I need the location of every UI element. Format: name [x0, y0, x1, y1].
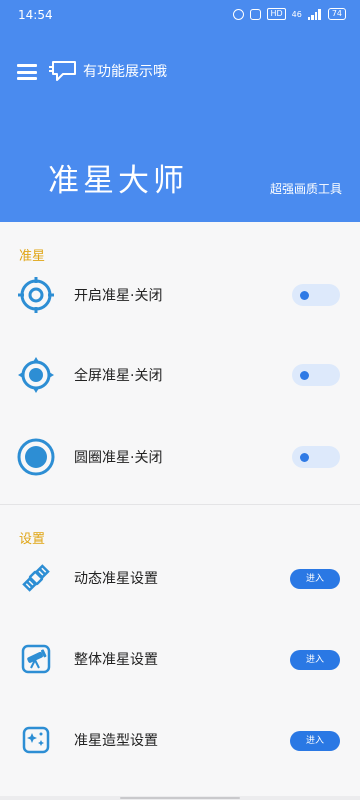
row-fullscreen-crosshair[interactable]: 全屏准星·关闭 — [0, 345, 360, 405]
toggle-knob — [300, 371, 309, 380]
page-title: 准星大师 — [48, 163, 188, 199]
row-dynamic-settings[interactable]: 动态准星设置 进入 — [0, 548, 360, 608]
row-shape-settings[interactable]: 准星造型设置 进入 — [0, 710, 360, 770]
telescope-icon — [21, 644, 51, 674]
brand-text: 有功能展示哦 — [83, 64, 167, 80]
row-overall-settings[interactable]: 整体准星设置 进入 — [0, 629, 360, 689]
toggle-knob — [300, 291, 309, 300]
enter-button-shape[interactable]: 进入 — [290, 731, 340, 751]
menu-button[interactable] — [17, 64, 37, 80]
home-indicator — [0, 796, 360, 800]
page-subtitle: 超强画质工具 — [269, 182, 342, 196]
signal-label: 46 — [291, 9, 302, 19]
sparkle-box-icon — [22, 726, 50, 754]
toggle-fullscreen-crosshair[interactable] — [292, 364, 340, 386]
mute-icon — [250, 8, 262, 20]
alarm-icon — [233, 8, 245, 20]
section-divider — [0, 504, 360, 505]
header: 14:54 HD 46 74 有功能展示哦 准星大师 超强画质工具 — [0, 0, 360, 222]
satellite-icon — [22, 564, 50, 592]
battery-icon: 74 — [327, 8, 346, 20]
hd-icon: HD — [267, 8, 286, 20]
speech-bubble-icon — [49, 61, 76, 81]
enter-button-dynamic[interactable]: 进入 — [290, 569, 340, 589]
row-label: 圆圈准星·关闭 — [74, 450, 163, 466]
row-label: 全屏准星·关闭 — [74, 368, 163, 384]
status-icons: HD 46 74 — [233, 8, 346, 20]
signal-icon — [307, 8, 322, 20]
row-circle-crosshair[interactable]: 圆圈准星·关闭 — [0, 427, 360, 487]
crosshair-circle-icon — [17, 438, 55, 476]
row-label: 动态准星设置 — [74, 571, 158, 587]
row-open-crosshair[interactable]: 开启准星·关闭 — [0, 265, 360, 325]
row-label: 开启准星·关闭 — [74, 288, 163, 304]
row-label: 整体准星设置 — [74, 652, 158, 668]
row-label: 准星造型设置 — [74, 733, 158, 749]
status-bar: 14:54 HD 46 74 — [0, 0, 360, 30]
section-label-settings: 设置 — [19, 532, 46, 547]
status-time: 14:54 — [18, 8, 53, 22]
enter-button-overall[interactable]: 进入 — [290, 650, 340, 670]
section-label-crosshair: 准星 — [19, 249, 46, 264]
crosshair-fullscreen-icon — [18, 357, 54, 393]
toggle-circle-crosshair[interactable] — [292, 446, 340, 468]
toggle-open-crosshair[interactable] — [292, 284, 340, 306]
toggle-knob — [300, 453, 309, 462]
crosshair-target-icon — [18, 277, 54, 313]
